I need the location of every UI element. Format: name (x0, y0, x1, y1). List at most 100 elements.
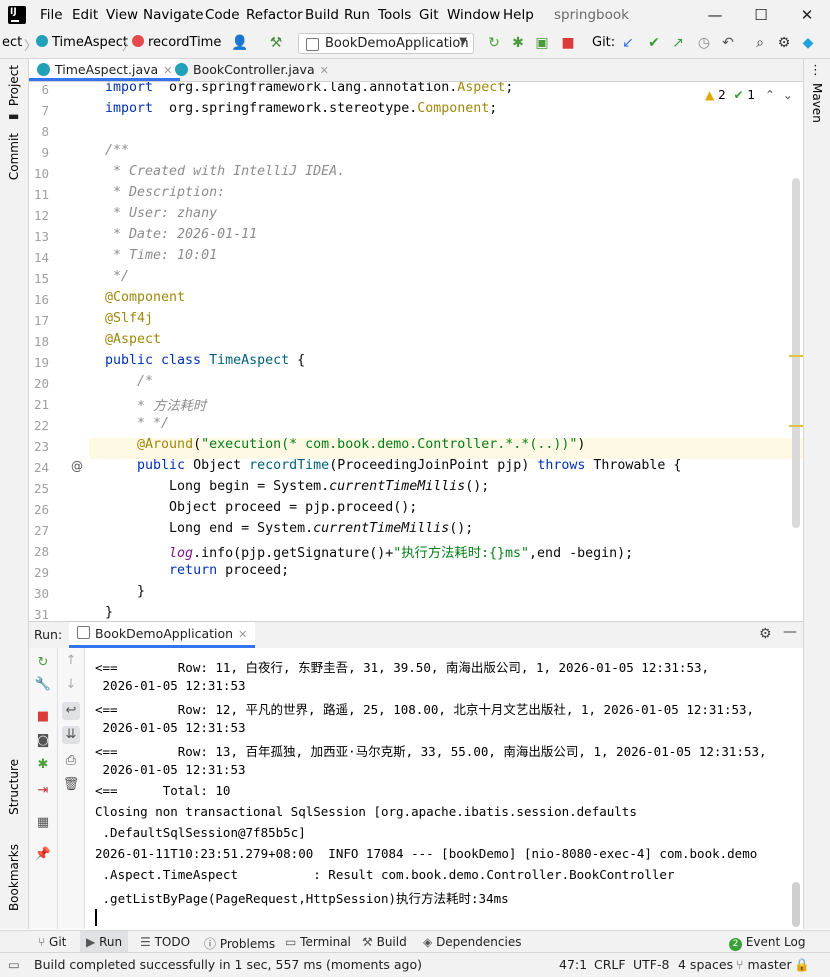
maven-tool-button[interactable]: Maven (810, 83, 824, 123)
code-line[interactable]: * Time: 10:01 (105, 248, 217, 263)
git-tool-button[interactable]: ⑂ Git (38, 935, 66, 949)
status-message[interactable]: Build completed successfully in 1 sec, 5… (34, 957, 422, 972)
build-hammer-icon[interactable]: ⚒ (266, 33, 286, 53)
close-icon[interactable]: ✕ (320, 64, 329, 77)
menu-file[interactable]: File (40, 7, 63, 23)
close-button[interactable]: ✕ (784, 0, 830, 30)
run-tool-button[interactable]: ▶ Run (80, 931, 129, 953)
menu-tools[interactable]: Tools (378, 7, 411, 23)
code-line[interactable]: /** (105, 143, 129, 158)
project-tool-button[interactable]: Project (7, 65, 21, 106)
history-icon[interactable]: ◷ (694, 33, 714, 53)
code-line[interactable]: public Object recordTime(ProceedingJoinP… (105, 458, 681, 473)
user-icon[interactable]: 👤 (230, 33, 250, 53)
code-line[interactable]: * User: zhany (105, 206, 217, 221)
warning-marker[interactable] (789, 425, 803, 427)
code-line[interactable]: import org.springframework.stereotype.Co… (105, 101, 497, 116)
rerun-icon[interactable]: ↻ (34, 654, 52, 672)
build-tool-button[interactable]: ⚒ Build (362, 935, 407, 949)
code-line[interactable]: Long begin = System.currentTimeMillis(); (105, 479, 489, 494)
stop-icon[interactable]: ■ (34, 708, 52, 726)
problems-tool-button[interactable]: ⓘ Problems (204, 935, 275, 952)
code-line[interactable]: @Slf4j (105, 311, 153, 326)
settings-gear-icon[interactable]: ⚙ (759, 626, 772, 642)
code-line[interactable]: } (105, 605, 113, 620)
debug-icon[interactable]: ✱ (34, 756, 52, 774)
console-scrollbar[interactable] (792, 882, 800, 927)
structure-tool-button[interactable]: Structure (7, 759, 21, 815)
hide-panel-icon[interactable]: — (783, 624, 797, 640)
code-line[interactable]: * */ (105, 416, 169, 431)
code-line[interactable]: */ (105, 269, 129, 284)
code-line[interactable]: } (105, 584, 145, 599)
pin-icon[interactable]: 📌 (34, 846, 52, 864)
git-commit-icon[interactable]: ✔ (644, 33, 664, 53)
folder-icon[interactable]: ▬ (8, 109, 19, 123)
menu-run[interactable]: Run (344, 7, 370, 23)
breadcrumb-project[interactable]: ect (2, 35, 22, 50)
breadcrumb-method[interactable]: recordTime (132, 35, 221, 50)
code-line[interactable]: import org.springframework.lang.annotati… (105, 82, 513, 95)
code-line[interactable]: Object proceed = pjp.proceed(); (105, 500, 417, 515)
close-icon[interactable]: ✕ (238, 628, 247, 641)
coverage-icon[interactable]: ▣ (532, 33, 552, 53)
caret-position[interactable]: 47:1 (559, 957, 587, 972)
stop-icon[interactable]: ■ (558, 33, 578, 53)
git-branch[interactable]: ⑂ master (736, 957, 792, 972)
chevron-down-icon[interactable]: ⌄ (783, 88, 793, 102)
more-icon[interactable]: ⋮ (809, 63, 822, 78)
menu-view[interactable]: View (106, 7, 138, 23)
git-push-icon[interactable]: ↗ (668, 33, 688, 53)
inspection-widget[interactable]: ▲ 2 ✔ 1 ⌃ ⌄ (705, 88, 793, 102)
panel-toggle-icon[interactable]: ▭ (8, 957, 20, 972)
menu-edit[interactable]: Edit (72, 7, 98, 23)
trash-icon[interactable]: 🗑 (62, 776, 80, 794)
aspect-gutter-icon[interactable]: @ (71, 459, 83, 473)
bookmarks-tool-button[interactable]: Bookmarks (7, 844, 21, 911)
code-line[interactable]: * 方法耗时 (105, 395, 206, 414)
todo-tool-button[interactable]: ☰ TODO (140, 935, 190, 949)
menu-navigate[interactable]: Navigate (143, 7, 204, 23)
settings-gear-icon[interactable]: ⚙ (774, 33, 794, 53)
chevron-up-icon[interactable]: ⌃ (765, 88, 775, 102)
arrow-down-icon[interactable]: ↓ (62, 676, 80, 694)
menu-git[interactable]: Git (419, 7, 439, 23)
editor-scrollbar[interactable] (792, 178, 800, 528)
minimize-button[interactable]: — (692, 0, 738, 30)
code-line[interactable]: * Date: 2026-01-11 (105, 227, 257, 242)
soft-wrap-icon[interactable]: ↩ (62, 702, 80, 720)
menu-code[interactable]: Code (205, 7, 240, 23)
code-line[interactable]: return proceed; (105, 563, 289, 578)
run-tab-bookdemo[interactable]: BookDemoApplication ✕ (69, 622, 256, 648)
line-separator[interactable]: CRLF (594, 957, 626, 972)
run-config-select[interactable]: BookDemoApplication ▼ (298, 33, 474, 54)
code-line[interactable]: @Component (105, 290, 185, 305)
code-with-me-icon[interactable]: ◆ (798, 33, 818, 53)
code-line[interactable]: log.info(pjp.getSignature()+"执行方法耗时:{}ms… (105, 542, 633, 561)
commit-tool-button[interactable]: Commit (7, 133, 21, 180)
code-line[interactable]: public class TimeAspect { (105, 353, 305, 368)
indent-setting[interactable]: 4 spaces (678, 957, 733, 972)
menu-help[interactable]: Help (503, 7, 534, 23)
code-editor[interactable]: 6 7 8 9 10 11 12 13 14 15 16 17 18 19 20 21 22 23 24 25 26 27… (29, 82, 803, 620)
event-log-button[interactable]: 2 Event Log (729, 935, 805, 951)
code-line[interactable]: * Created with IntelliJ IDEA. (105, 164, 345, 179)
camera-icon[interactable]: ◙ (34, 732, 52, 750)
exit-icon[interactable]: ⇥ (34, 782, 52, 800)
tab-book-controller[interactable]: BookController.java ✕ (167, 59, 337, 81)
menu-refactor[interactable]: Refactor (246, 7, 303, 23)
warning-marker[interactable] (789, 355, 803, 357)
dependencies-tool-button[interactable]: ◈ Dependencies (423, 935, 521, 949)
rerun-icon[interactable]: ↻ (484, 33, 504, 53)
tab-time-aspect[interactable]: TimeAspect.java ✕ (29, 59, 181, 81)
code-line[interactable]: @Aspect (105, 332, 161, 347)
breadcrumb-class[interactable]: TimeAspect (36, 35, 128, 50)
git-update-icon[interactable]: ↙ (618, 33, 638, 53)
code-line[interactable]: @Around("execution(* com.book.demo.Contr… (105, 437, 585, 452)
code-line[interactable]: Long end = System.currentTimeMillis(); (105, 521, 473, 536)
layout-icon[interactable]: ▦ (34, 814, 52, 832)
debug-icon[interactable]: ✱ (508, 33, 528, 53)
print-icon[interactable]: ⎙ (62, 752, 80, 770)
code-line[interactable]: * Description: (105, 185, 225, 200)
terminal-tool-button[interactable]: ▭ Terminal (285, 935, 351, 949)
